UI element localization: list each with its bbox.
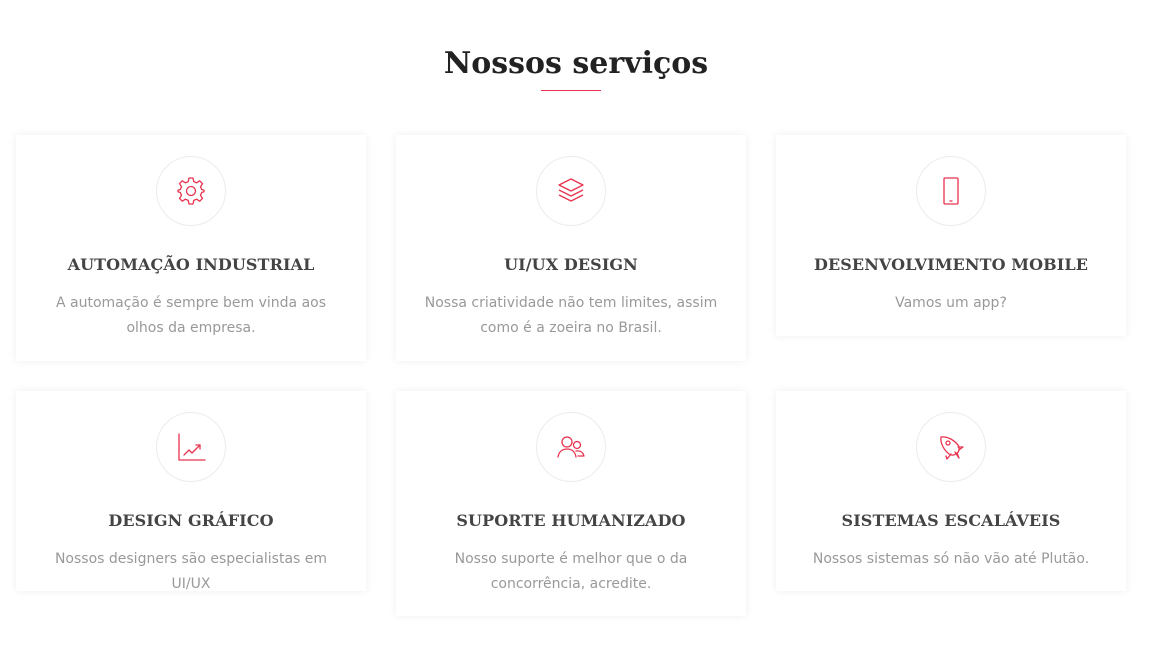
section-title: Nossos serviços: [443, 46, 709, 81]
service-title: SISTEMAS ESCALÁVEIS: [841, 511, 1061, 530]
service-description: Nossos designers são especialistas em UI…: [54, 551, 328, 592]
service-description: A automação é sempre bem vinda aos olhos…: [55, 295, 327, 336]
rocket-icon: [916, 412, 986, 482]
service-title: DESENVOLVIMENTO MOBILE: [813, 255, 1088, 274]
service-title: DESIGN GRÁFICO: [108, 511, 274, 530]
service-card-ui-ux-design: UI/UX DESIGN Nossa criatividade não tem …: [396, 135, 746, 361]
service-description: Nossa criatividade não tem limites, assi…: [424, 295, 718, 336]
title-underline: [541, 90, 601, 91]
mobile-phone-icon: [916, 156, 986, 226]
service-title: UI/UX DESIGN: [504, 255, 638, 274]
service-description: Nosso suporte é melhor que o da concorrê…: [454, 551, 688, 592]
gear-icon: [156, 156, 226, 226]
service-description: Vamos um app?: [895, 295, 1007, 311]
service-card-desenvolvimento-mobile: DESENVOLVIMENTO MOBILE Vamos um app?: [776, 135, 1126, 336]
chart-icon: [156, 412, 226, 482]
layers-icon: [536, 156, 606, 226]
service-description: Nossos sistemas só não vão até Plutão.: [812, 551, 1090, 567]
service-title: SUPORTE HUMANIZADO: [456, 511, 686, 530]
service-card-design-grafico: DESIGN GRÁFICO Nossos designers são espe…: [16, 391, 366, 592]
service-title: AUTOMAÇÃO INDUSTRIAL: [67, 255, 315, 274]
service-card-suporte-humanizado: SUPORTE HUMANIZADO Nosso suporte é melho…: [396, 391, 746, 616]
service-card-sistemas-escalaveis: SISTEMAS ESCALÁVEIS Nossos sistemas só n…: [776, 391, 1126, 591]
users-icon: [536, 412, 606, 482]
service-card-automacao-industrial: AUTOMAÇÃO INDUSTRIAL A automação é sempr…: [16, 135, 366, 361]
